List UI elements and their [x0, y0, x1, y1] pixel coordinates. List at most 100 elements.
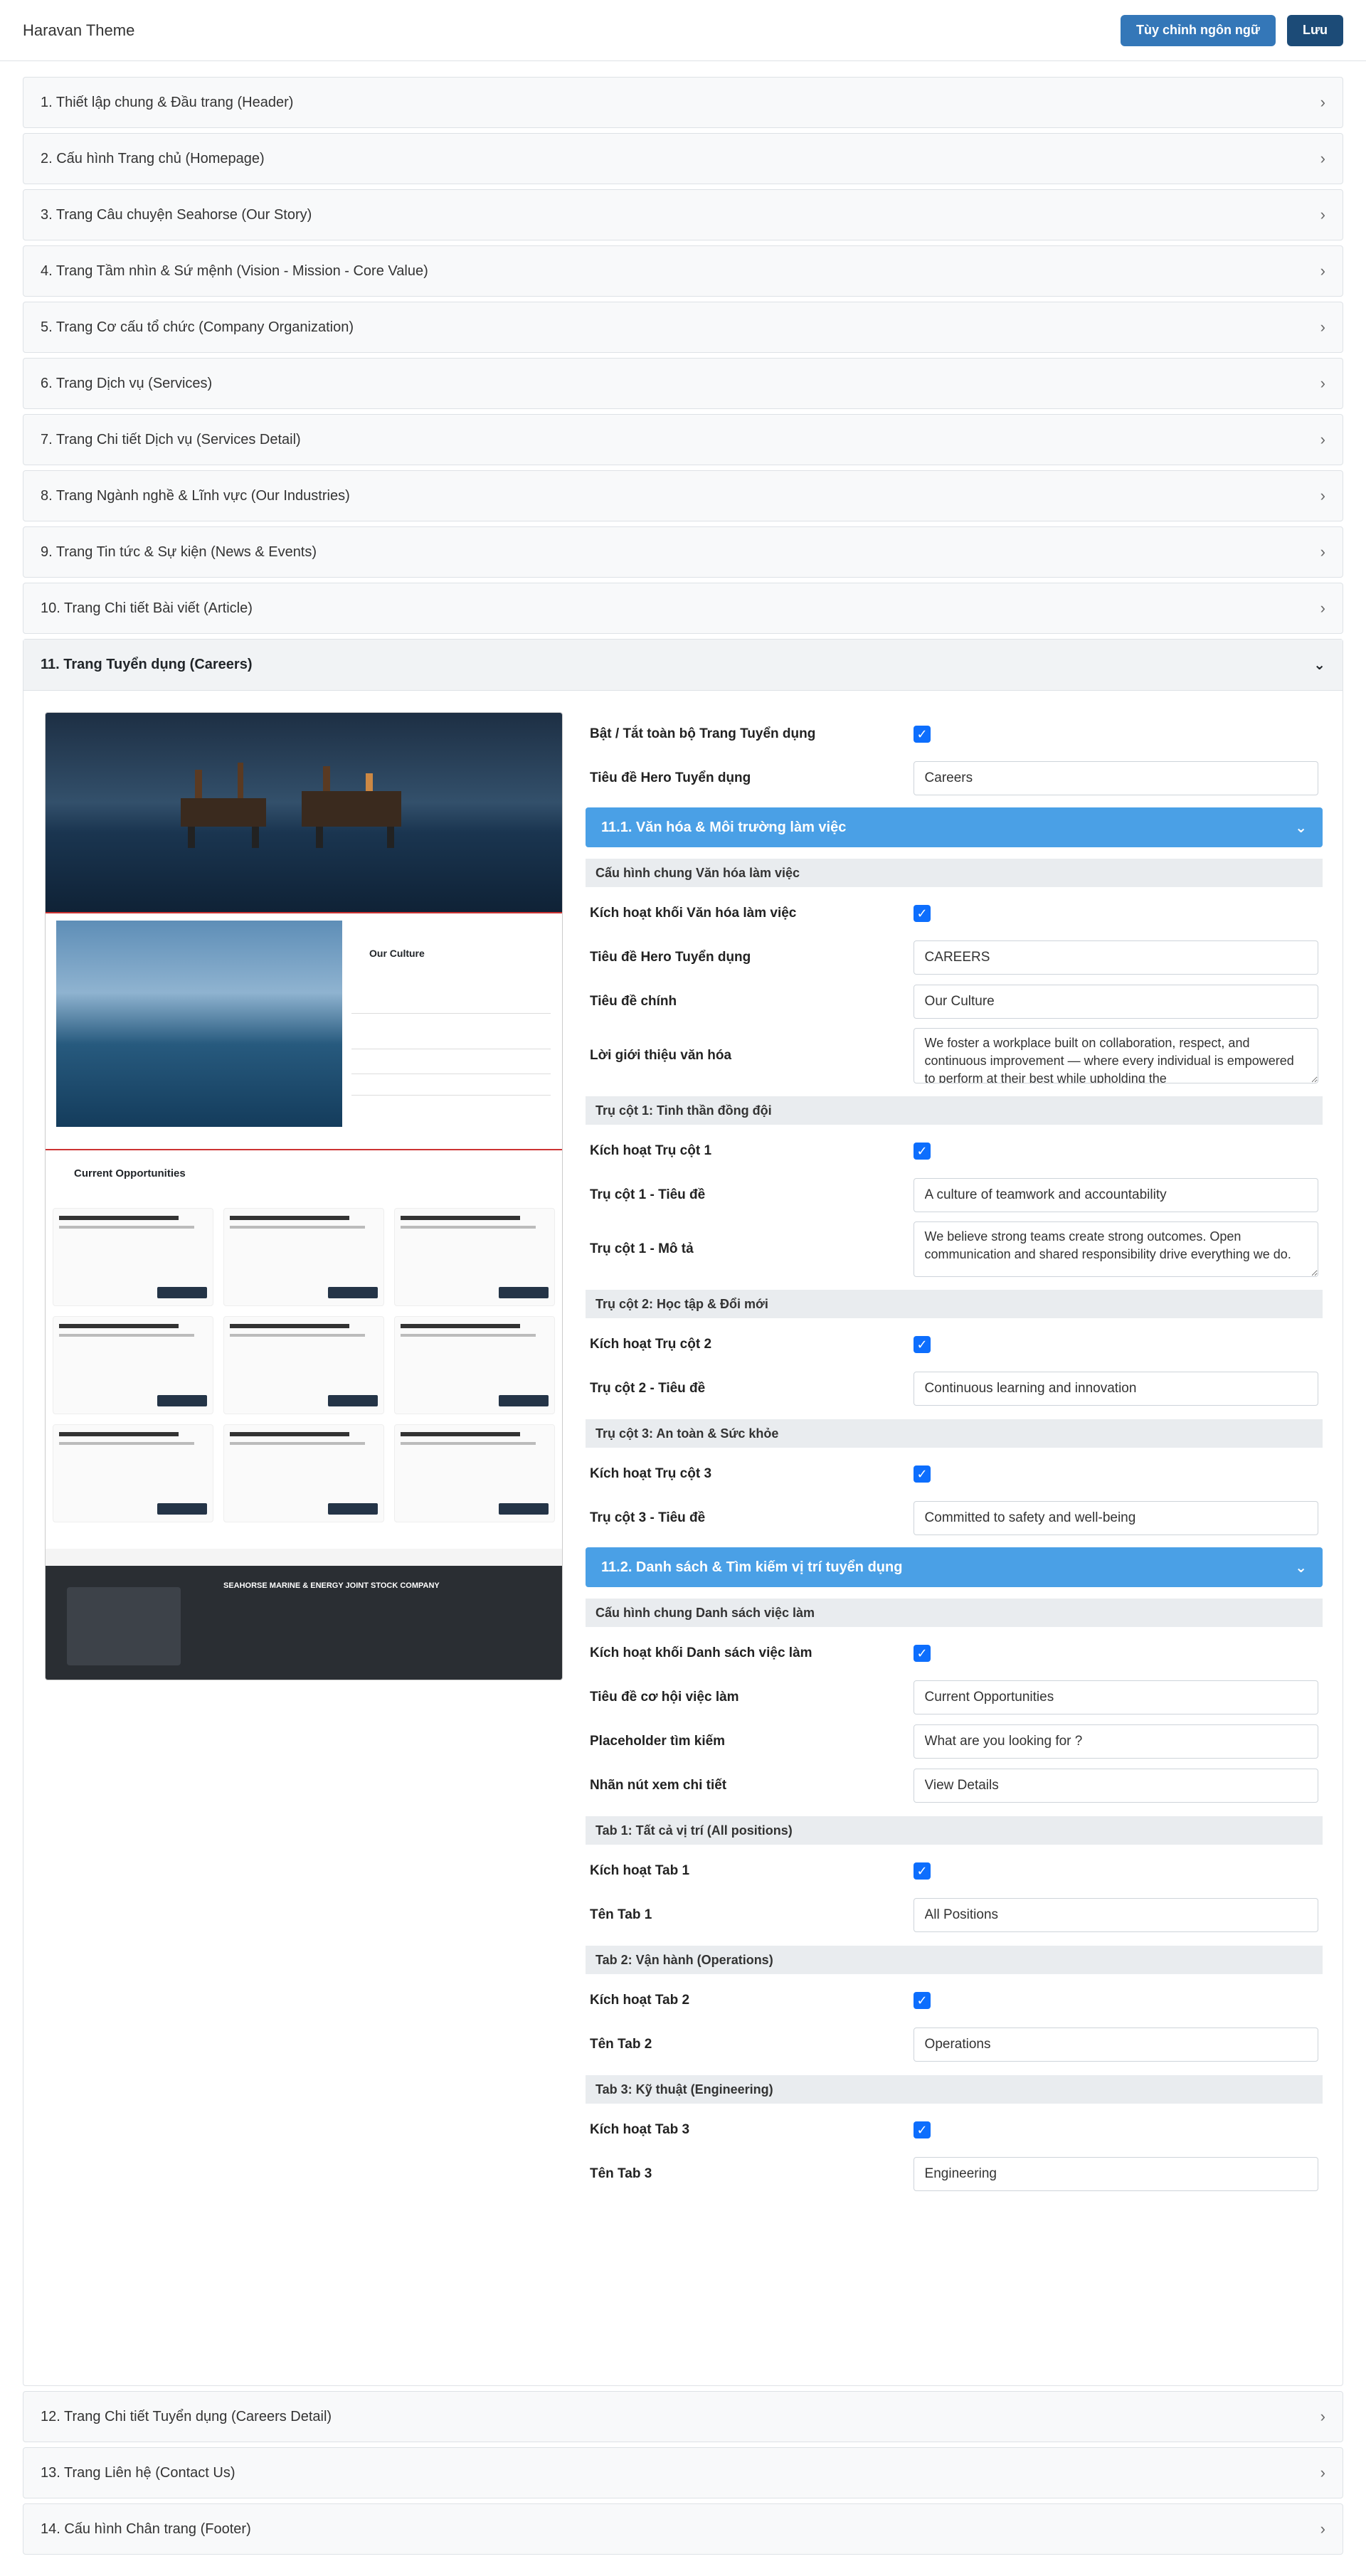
field-label: Kích hoạt Trụ cột 3 [590, 1466, 712, 1481]
field-label: Tên Tab 3 [590, 2166, 652, 2181]
section-header[interactable]: 7. Trang Chi tiết Dịch vụ (Services Deta… [23, 414, 1343, 465]
hero-title-input[interactable] [913, 761, 1318, 795]
section-title: 11. Trang Tuyển dụng (Careers) [41, 657, 253, 672]
preview-footer-company: SEAHORSE MARINE & ENERGY JOINT STOCK COM… [223, 1581, 440, 1590]
section-title: 12. Trang Chi tiết Tuyển dụng (Careers D… [41, 2408, 332, 2424]
preview-opportunities: Current Opportunities [46, 1150, 562, 1549]
culture-intro-textarea[interactable]: We foster a workplace built on collabora… [913, 1028, 1318, 1083]
chevron-right-icon: › [1320, 206, 1325, 223]
field-label: Kích hoạt Tab 1 [590, 1863, 690, 1878]
job-card [394, 1424, 555, 1522]
careers-section-header[interactable]: 11. Trang Tuyển dụng (Careers) ⌄ [23, 640, 1343, 691]
field-label: Tiêu đề Hero Tuyển dụng [590, 950, 751, 965]
section-title: 14. Cấu hình Chân trang (Footer) [41, 2521, 251, 2537]
pillar1-title-input[interactable] [913, 1178, 1318, 1212]
section-title: 9. Trang Tin tức & Sự kiện (News & Event… [41, 544, 317, 560]
subsection-title: 11.1. Văn hóa & Môi trường làm việc [601, 819, 847, 835]
jobs-title-input[interactable] [913, 1680, 1318, 1714]
customize-language-button[interactable]: Tùy chỉnh ngôn ngữ [1120, 14, 1276, 46]
section-header[interactable]: 14. Cấu hình Chân trang (Footer) › [23, 2503, 1343, 2555]
field-label: Trụ cột 1 - Tiêu đề [590, 1187, 706, 1202]
careers-section: 11. Trang Tuyển dụng (Careers) ⌄ Our Cul… [23, 639, 1343, 2386]
section-title: 1. Thiết lập chung & Đầu trang (Header) [41, 94, 294, 110]
main-title-input[interactable] [913, 985, 1318, 1019]
pillar1-desc-textarea[interactable]: We believe strong teams create strong ou… [913, 1221, 1318, 1277]
job-card [223, 1208, 384, 1306]
chevron-right-icon: › [1320, 487, 1325, 504]
field-label: Placeholder tìm kiếm [590, 1734, 726, 1749]
group-header: Tab 3: Kỹ thuật (Engineering) [586, 2075, 1323, 2104]
group-header: Trụ cột 1: Tinh thần đồng đội [586, 1096, 1323, 1125]
tab3-name-input[interactable] [913, 2157, 1318, 2191]
field-label: Tiêu đề Hero Tuyển dụng [590, 770, 751, 785]
field-label: Trụ cột 3 - Tiêu đề [590, 1510, 706, 1525]
pillar3-enable-checkbox[interactable]: ✓ [914, 1465, 931, 1483]
settings-accordion: 1. Thiết lập chung & Đầu trang (Header) ›… [23, 77, 1343, 2560]
field-label: Tên Tab 1 [590, 1907, 652, 1922]
subsection-header[interactable]: 11.1. Văn hóa & Môi trường làm việc ⌄ [586, 807, 1323, 847]
culture-enable-checkbox[interactable]: ✓ [914, 905, 931, 922]
save-button[interactable]: Lưu [1286, 14, 1343, 46]
group-header: Cấu hình chung Văn hóa làm việc [586, 859, 1323, 887]
section-title: 7. Trang Chi tiết Dịch vụ (Services Deta… [41, 431, 301, 447]
careers-form: Bật / Tắt toàn bộ Trang Tuyển dụng ✓ Tiêu… [586, 712, 1323, 2196]
section-header[interactable]: 2. Cấu hình Trang chủ (Homepage) › [23, 133, 1343, 184]
section-header[interactable]: 4. Trang Tầm nhìn & Sứ mệnh (Vision - Mi… [23, 245, 1343, 297]
field-label: Kích hoạt Trụ cột 1 [590, 1143, 712, 1158]
section-header[interactable]: 5. Trang Cơ cấu tổ chức (Company Organiz… [23, 302, 1343, 353]
culture-hero-input[interactable] [913, 940, 1318, 975]
field-label: Kích hoạt Tab 3 [590, 2122, 690, 2137]
chevron-right-icon: › [1320, 2407, 1325, 2425]
job-card [53, 1208, 213, 1306]
preview-hero [46, 713, 562, 912]
pillar2-enable-checkbox[interactable]: ✓ [914, 1336, 931, 1353]
pillar1-enable-checkbox[interactable]: ✓ [914, 1143, 931, 1160]
section-title: 5. Trang Cơ cấu tổ chức (Company Organiz… [41, 319, 354, 335]
pillar2-title-input[interactable] [913, 1372, 1318, 1406]
chevron-down-icon: ⌄ [1295, 1559, 1307, 1576]
tab2-name-input[interactable] [913, 2028, 1318, 2062]
group-header: Tab 2: Vận hành (Operations) [586, 1946, 1323, 1974]
group-header: Trụ cột 2: Học tập & Đổi mới [586, 1290, 1323, 1318]
search-placeholder-input[interactable] [913, 1724, 1318, 1759]
field-label: Lời giới thiệu văn hóa [590, 1048, 732, 1063]
section-header[interactable]: 9. Trang Tin tức & Sự kiện (News & Event… [23, 526, 1343, 578]
pillar3-title-input[interactable] [913, 1501, 1318, 1535]
section-title: 2. Cấu hình Trang chủ (Homepage) [41, 150, 265, 166]
subsection-title: 11.2. Danh sách & Tìm kiếm vị trí tuyển … [601, 1559, 903, 1575]
tab1-name-input[interactable] [913, 1898, 1318, 1932]
chevron-right-icon: › [1320, 262, 1325, 280]
chevron-right-icon: › [1320, 149, 1325, 167]
field-label: Nhãn nút xem chi tiết [590, 1778, 727, 1793]
toggle-all-checkbox[interactable]: ✓ [914, 726, 931, 743]
section-header[interactable]: 6. Trang Dịch vụ (Services) › [23, 358, 1343, 409]
chevron-right-icon: › [1320, 599, 1325, 617]
section-title: 13. Trang Liên hệ (Contact Us) [41, 2464, 235, 2481]
group-header: Cấu hình chung Danh sách việc làm [586, 1599, 1323, 1627]
chevron-right-icon: › [1320, 318, 1325, 336]
preview-culture: Our Culture [46, 912, 562, 1150]
section-title: 4. Trang Tầm nhìn & Sứ mệnh (Vision - Mi… [41, 263, 428, 279]
chevron-right-icon: › [1320, 2520, 1325, 2538]
field-label: Kích hoạt khối Văn hóa làm việc [590, 906, 797, 921]
tab2-enable-checkbox[interactable]: ✓ [914, 1992, 931, 2009]
section-header[interactable]: 1. Thiết lập chung & Đầu trang (Header) › [23, 77, 1343, 128]
section-header[interactable]: 12. Trang Chi tiết Tuyển dụng (Careers D… [23, 2391, 1343, 2442]
section-header[interactable]: 8. Trang Ngành nghề & Lĩnh vực (Our Indu… [23, 470, 1343, 521]
tab3-enable-checkbox[interactable]: ✓ [914, 2121, 931, 2138]
job-card [53, 1424, 213, 1522]
chevron-right-icon: › [1320, 2464, 1325, 2481]
section-title: 8. Trang Ngành nghề & Lĩnh vực (Our Indu… [41, 487, 350, 504]
section-header[interactable]: 13. Trang Liên hệ (Contact Us) › [23, 2447, 1343, 2498]
app-title: Haravan Theme [23, 21, 135, 39]
preview-culture-title: Our Culture [369, 948, 425, 959]
jobs-enable-checkbox[interactable]: ✓ [914, 1645, 931, 1662]
subsection-header[interactable]: 11.2. Danh sách & Tìm kiếm vị trí tuyển … [586, 1547, 1323, 1587]
preview-footer: SEAHORSE MARINE & ENERGY JOINT STOCK COM… [46, 1566, 562, 1680]
tab1-enable-checkbox[interactable]: ✓ [914, 1862, 931, 1880]
field-label: Kích hoạt khối Danh sách việc làm [590, 1645, 812, 1660]
section-header[interactable]: 10. Trang Chi tiết Bài viết (Article) › [23, 583, 1343, 634]
detail-button-label-input[interactable] [913, 1769, 1318, 1803]
section-header[interactable]: 3. Trang Câu chuyện Seahorse (Our Story)… [23, 189, 1343, 240]
cargo-ship-image [56, 921, 342, 1127]
